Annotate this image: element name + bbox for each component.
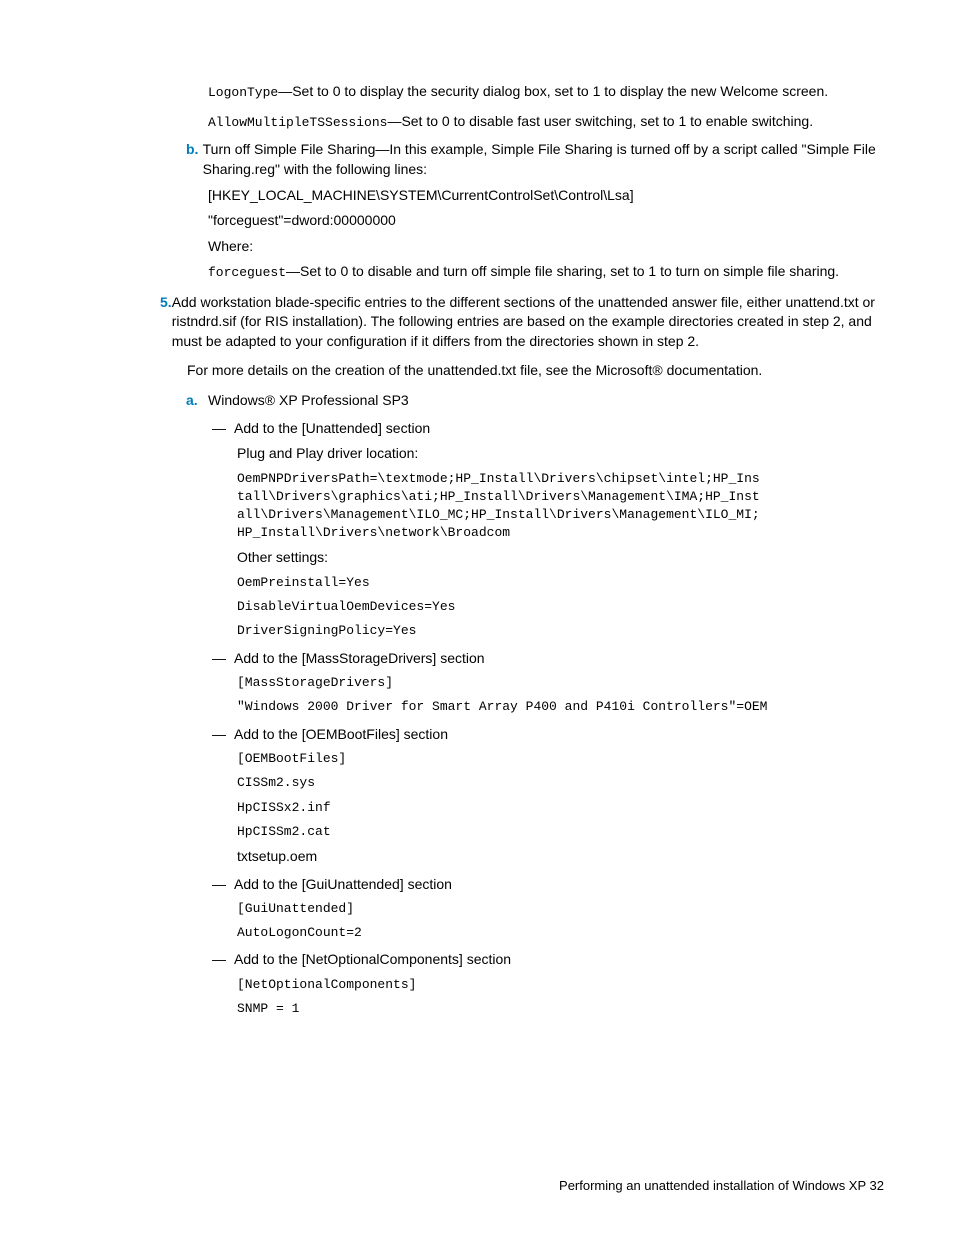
paragraph: forceguest—Set to 0 to disable and turn … bbox=[208, 262, 884, 282]
code-line: DriverSigningPolicy=Yes bbox=[237, 622, 884, 640]
text: Add to the [OEMBootFiles] section bbox=[234, 725, 884, 745]
text: Other settings: bbox=[237, 548, 884, 568]
code-inline: AllowMultipleTSSessions bbox=[208, 115, 387, 130]
dash-marker: — bbox=[212, 875, 234, 895]
list-item-a: a. Windows® XP Professional SP3 bbox=[186, 391, 884, 411]
page: LogonType—Set to 0 to display the securi… bbox=[0, 0, 954, 1235]
dash-marker: — bbox=[212, 649, 234, 669]
text: Add to the [Unattended] section bbox=[234, 419, 884, 439]
text: Plug and Play driver location: bbox=[237, 444, 884, 464]
sublist-item: — Add to the [NetOptionalComponents] sec… bbox=[212, 950, 884, 970]
text: Add to the [GuiUnattended] section bbox=[234, 875, 884, 895]
code-line: [MassStorageDrivers] bbox=[237, 674, 884, 692]
sublist-item: — Add to the [GuiUnattended] section bbox=[212, 875, 884, 895]
list-item-b: b. Turn off Simple File Sharing—In this … bbox=[186, 140, 884, 179]
sublist-item: — Add to the [OEMBootFiles] section bbox=[212, 725, 884, 745]
text: Windows® XP Professional SP3 bbox=[208, 391, 884, 411]
code-block: OemPNPDriversPath=\textmode;HP_Install\D… bbox=[237, 470, 884, 543]
text: For more details on the creation of the … bbox=[187, 361, 884, 381]
text: —Set to 0 to disable fast user switching… bbox=[387, 113, 813, 129]
text: —Set to 0 to disable and turn off simple… bbox=[286, 263, 839, 279]
paragraph: AllowMultipleTSSessions—Set to 0 to disa… bbox=[208, 112, 884, 132]
list-item-5: 5. Add workstation blade-specific entrie… bbox=[160, 293, 884, 352]
code-line: [OEMBootFiles] bbox=[237, 750, 884, 768]
text: Where: bbox=[208, 237, 884, 257]
list-marker: b. bbox=[186, 140, 203, 179]
text: Add to the [MassStorageDrivers] section bbox=[234, 649, 884, 669]
code-line: HpCISSx2.inf bbox=[237, 799, 884, 817]
list-marker: a. bbox=[186, 391, 208, 411]
code-inline: forceguest bbox=[208, 265, 286, 280]
dash-marker: — bbox=[212, 725, 234, 745]
code-inline: LogonType bbox=[208, 85, 278, 100]
dash-marker: — bbox=[212, 950, 234, 970]
list-marker: 5. bbox=[160, 293, 172, 352]
text: Add workstation blade-specific entries t… bbox=[172, 293, 884, 352]
dash-marker: — bbox=[212, 419, 234, 439]
page-footer: Performing an unattended installation of… bbox=[559, 1177, 884, 1195]
code-line: HpCISSm2.cat bbox=[237, 823, 884, 841]
code-line: AutoLogonCount=2 bbox=[237, 924, 884, 942]
sublist-item: — Add to the [MassStorageDrivers] sectio… bbox=[212, 649, 884, 669]
code-line: [NetOptionalComponents] bbox=[237, 976, 884, 994]
code-line: OemPreinstall=Yes bbox=[237, 574, 884, 592]
text: txtsetup.oem bbox=[237, 847, 884, 867]
paragraph: LogonType—Set to 0 to display the securi… bbox=[208, 82, 884, 102]
text: [HKEY_LOCAL_MACHINE\SYSTEM\CurrentContro… bbox=[208, 186, 884, 206]
code-line: SNMP = 1 bbox=[237, 1000, 884, 1018]
text: —Set to 0 to display the security dialog… bbox=[278, 83, 828, 99]
code-line: DisableVirtualOemDevices=Yes bbox=[237, 598, 884, 616]
code-line: CISSm2.sys bbox=[237, 774, 884, 792]
text: Add to the [NetOptionalComponents] secti… bbox=[234, 950, 884, 970]
text: Turn off Simple File Sharing—In this exa… bbox=[203, 140, 884, 179]
code-line: [GuiUnattended] bbox=[237, 900, 884, 918]
code-line: "Windows 2000 Driver for Smart Array P40… bbox=[237, 698, 884, 716]
sublist-item: — Add to the [Unattended] section bbox=[212, 419, 884, 439]
text: "forceguest"=dword:00000000 bbox=[208, 211, 884, 231]
